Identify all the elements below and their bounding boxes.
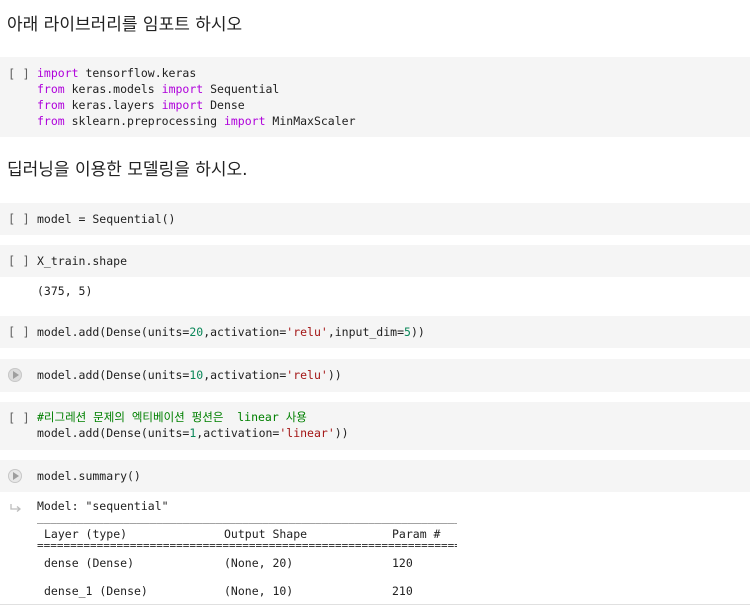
code-editor[interactable]: import tensorflow.keras from keras.model… <box>37 65 356 129</box>
cell-output-shape: (375, 5) <box>37 284 93 298</box>
run-cell-icon[interactable] <box>8 469 22 483</box>
cell-run-bracket[interactable]: [ ] <box>8 66 30 82</box>
code-cell-add-dense-linear[interactable]: [ ] #리그레션 문제의 엑티베이션 펑션은 linear 사용 model.… <box>0 402 750 450</box>
code-cell-model-summary[interactable]: model.summary() <box>0 460 750 492</box>
divider <box>0 604 750 605</box>
summary-eq-rule: ========================================… <box>37 539 457 552</box>
code-line: from keras.layers import Dense <box>37 98 245 112</box>
code-editor[interactable]: X_train.shape <box>37 253 127 269</box>
output-arrow-icon[interactable] <box>10 503 22 513</box>
code-editor[interactable]: model.summary() <box>37 468 141 484</box>
code-cell-sequential[interactable]: [ ] model = Sequential() <box>0 203 750 235</box>
code-editor[interactable]: model.add(Dense(units=20,activation='rel… <box>37 324 425 340</box>
summary-param-count: 120 <box>392 556 413 570</box>
summary-dash-rule: ________________________________________… <box>37 511 457 524</box>
summary-layer-name: dense (Dense) <box>44 556 135 570</box>
code-cell-x-train-shape[interactable]: [ ] X_train.shape <box>0 245 750 277</box>
code-cell-add-dense-10[interactable]: model.add(Dense(units=10,activation='rel… <box>0 359 750 392</box>
cell-run-bracket[interactable]: [ ] <box>8 211 30 227</box>
summary-output-shape: (None, 10) <box>224 584 294 598</box>
code-editor[interactable]: model = Sequential() <box>37 211 175 227</box>
code-line: import tensorflow.keras <box>37 66 197 80</box>
markdown-text-deep-learning-modeling: 딥러닝을 이용한 모델링을 하시오. <box>7 160 248 180</box>
run-cell-icon[interactable] <box>8 368 22 382</box>
cell-run-bracket[interactable]: [ ] <box>8 324 30 340</box>
code-cell-add-dense-20[interactable]: [ ] model.add(Dense(units=20,activation=… <box>0 316 750 348</box>
summary-param-count: 210 <box>392 584 413 598</box>
code-editor[interactable]: #리그레션 문제의 엑티베이션 펑션은 linear 사용 model.add(… <box>37 409 349 441</box>
cell-run-bracket[interactable]: [ ] <box>8 253 30 269</box>
code-line: from sklearn.preprocessing import MinMax… <box>37 114 356 128</box>
markdown-text-import-libraries: 아래 라이브러리를 임포트 하시오 <box>7 15 243 35</box>
cell-run-bracket[interactable]: [ ] <box>8 410 30 426</box>
code-cell-imports[interactable]: [ ] import tensorflow.keras from keras.m… <box>0 57 750 137</box>
summary-layer-name: dense_1 (Dense) <box>44 584 148 598</box>
summary-output-shape: (None, 20) <box>224 556 294 570</box>
code-line: from keras.models import Sequential <box>37 82 280 96</box>
code-comment: #리그레션 문제의 엑티베이션 펑션은 linear 사용 <box>37 410 307 424</box>
code-editor[interactable]: model.add(Dense(units=10,activation='rel… <box>37 367 342 383</box>
